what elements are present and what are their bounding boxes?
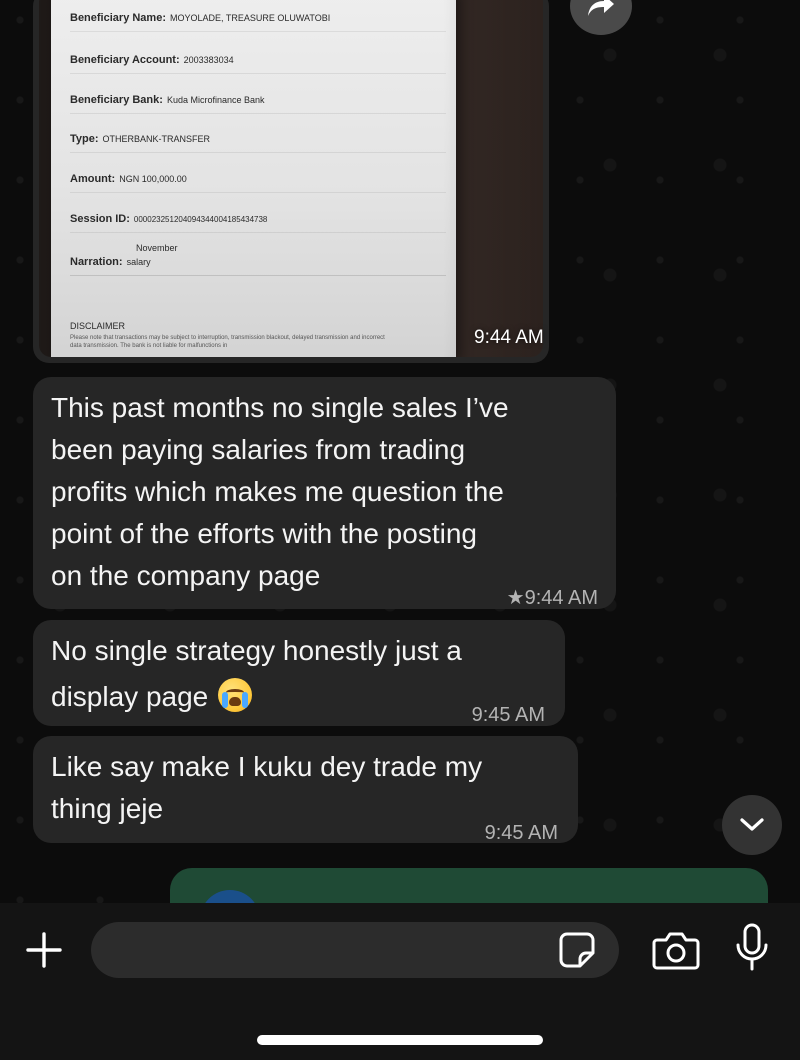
message-text: Like say make I kuku dey trade my thing … [51,751,483,824]
receipt-label: Session ID: [70,213,130,225]
transfer-receipt: Beneficiary Name: MOYOLADE, TREASURE OLUW… [51,0,456,357]
message-time: 9:44 AM [524,587,598,609]
receipt-beneficiary-bank: Beneficiary Bank: Kuda Microfinance Bank [70,94,446,114]
receipt-type: Type: OTHERBANK-TRANSFER [70,133,446,153]
forward-icon [588,0,614,16]
message-text: No single strategy honestly just a displ… [51,635,462,712]
message-input[interactable] [91,922,619,978]
plus-icon[interactable] [22,928,66,972]
message-text-wrapper: No single strategy honestly just a displ… [51,630,462,718]
message-bubble[interactable]: Like say make I kuku dey trade my thing … [33,736,578,844]
message-meta: ★9:44 AM [507,577,598,619]
receipt-value: 2003383034 [183,55,234,65]
receipt-disclaimer-title: DISCLAIMER [70,321,126,331]
receipt-label: Beneficiary Bank: [70,94,163,106]
receipt-label: Narration: [70,256,123,268]
receipt-narration-line1: November [136,243,178,253]
loudly-crying-face-emoji [218,678,253,712]
receipt-value: OTHERBANK-TRANSFER [102,134,211,144]
message-bubble[interactable]: This past months no single sales I’ve be… [33,377,616,609]
message-time: 9:45 AM [471,704,545,726]
camera-icon[interactable] [652,928,700,972]
receipt-narration: Narration: salary [70,256,446,276]
receipt-value: Kuda Microfinance Bank [166,95,265,105]
message-bubble[interactable]: No single strategy honestly just a displ… [33,620,565,726]
message-text: This past months no single sales I’ve be… [51,392,509,591]
receipt-value: MOYOLADE, TREASURE OLUWATOBI [170,13,331,23]
message-time: 9:45 AM [484,822,558,844]
image-message[interactable]: Beneficiary Name: MOYOLADE, TREASURE OLUW… [33,0,549,363]
receipt-value: salary [126,257,151,267]
receipt-value: NGN 100,000.00 [119,174,187,184]
receipt-beneficiary-account: Beneficiary Account: 2003383034 [70,54,446,74]
composer-bar [0,903,800,1060]
scroll-to-bottom-button[interactable] [722,795,782,855]
message-time: 9:44 AM [474,327,544,348]
receipt-label: Type: [70,133,99,145]
receipt-amount: Amount: NGN 100,000.00 [70,173,446,193]
receipt-label: Amount: [70,173,116,185]
receipt-label: Beneficiary Name: [70,12,166,24]
receipt-value: 000023251204094344004185434738 [133,215,268,224]
home-indicator [257,1035,543,1045]
receipt-session-id: Session ID: 00002325120409434400418543473… [70,213,446,233]
receipt-beneficiary-name: Beneficiary Name: MOYOLADE, TREASURE OLUW… [70,12,446,32]
chevron-down-icon [740,818,764,831]
starred-icon: ★ [506,587,525,609]
receipt-label: Beneficiary Account: [70,54,180,66]
receipt-photo[interactable]: Beneficiary Name: MOYOLADE, TREASURE OLUW… [39,0,543,357]
receipt-disclaimer-text: Please note that transactions may be sub… [70,335,385,349]
photo-shadow [443,0,543,357]
sticker-icon[interactable] [558,931,596,969]
microphone-icon[interactable] [735,923,769,975]
